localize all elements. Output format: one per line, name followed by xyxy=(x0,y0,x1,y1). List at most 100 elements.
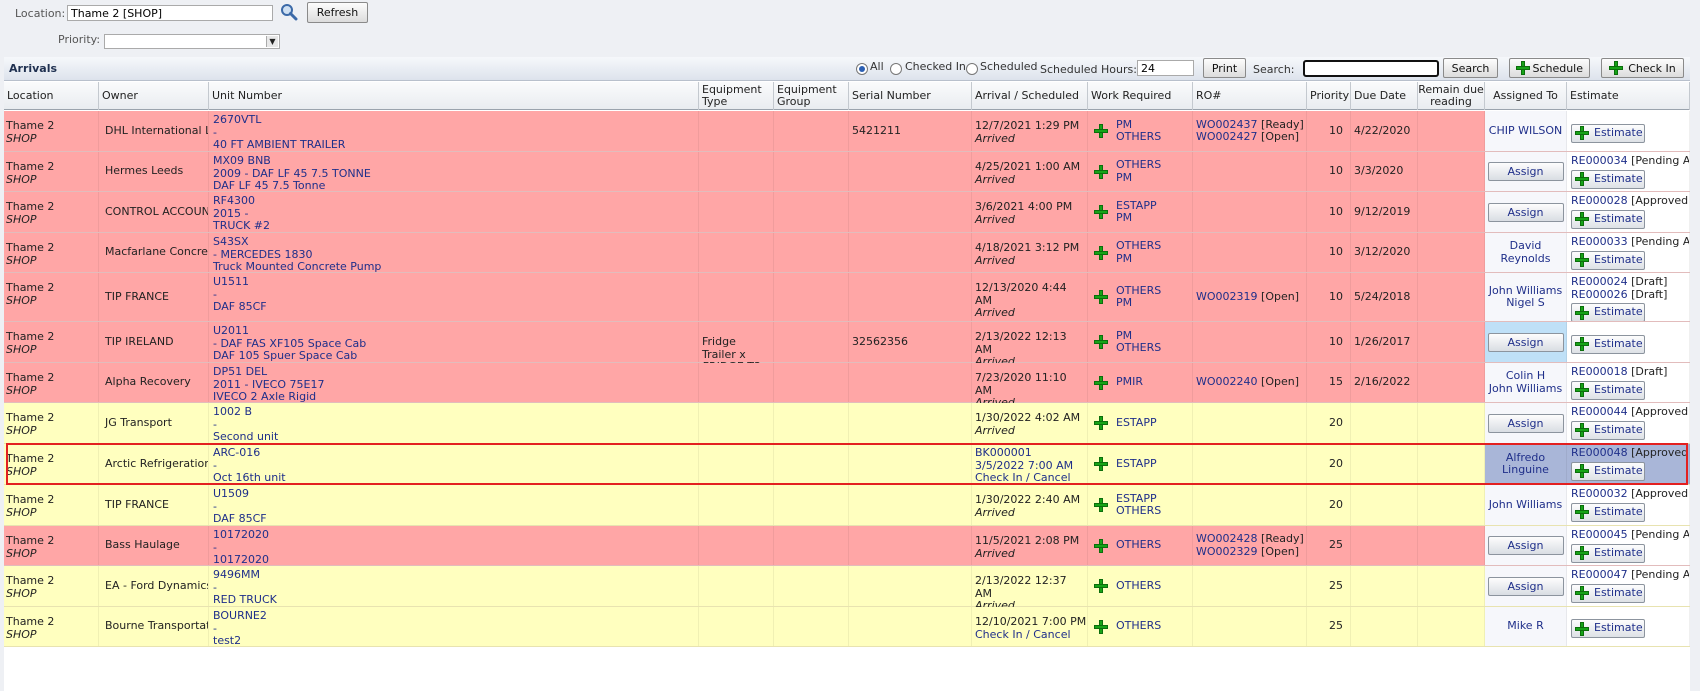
work-item-link[interactable]: OTHERS xyxy=(1116,539,1161,552)
unit-number-link[interactable]: U2011 xyxy=(213,324,698,338)
work-item-link[interactable]: ESTAPP xyxy=(1116,457,1157,471)
unit-number-link[interactable]: U1511 xyxy=(213,275,698,289)
estimate-link[interactable]: RE000033 xyxy=(1571,235,1628,248)
add-work-icon[interactable] xyxy=(1094,290,1108,304)
estimate-button[interactable]: Estimate xyxy=(1571,502,1645,522)
add-work-icon[interactable] xyxy=(1094,375,1108,390)
estimate-button[interactable]: Estimate xyxy=(1571,583,1645,603)
search-input[interactable] xyxy=(1303,60,1439,77)
work-item-link[interactable]: ESTAPP xyxy=(1116,416,1157,430)
assigned-technician[interactable]: David Reynolds xyxy=(1485,239,1566,265)
unit-description[interactable]: TRUCK #2 xyxy=(213,219,698,233)
add-work-icon[interactable] xyxy=(1094,164,1108,179)
chevron-down-icon[interactable]: ▼ xyxy=(266,36,278,47)
ro-link[interactable]: WO002329 xyxy=(1196,545,1258,558)
table-row[interactable]: Thame 2SHOP Macfarlane Concret... S43SX-… xyxy=(4,233,1690,273)
unit-description[interactable]: 10172020 xyxy=(213,553,698,567)
unit-number-link[interactable]: 10172020 xyxy=(213,528,698,542)
unit-description[interactable]: DAF LF 45 7.5 Tonne xyxy=(213,179,698,193)
estimate-button[interactable]: Estimate xyxy=(1571,169,1645,189)
col-estimate[interactable]: Estimate xyxy=(1567,82,1690,110)
assign-button[interactable]: Assign xyxy=(1487,202,1564,222)
table-row[interactable]: Thame 2 SHOP JG Transport 1002 B - Second u… xyxy=(4,403,1690,444)
estimate-link[interactable]: RE000047 xyxy=(1571,568,1628,581)
table-row[interactable]: Thame 2 SHOP Bass Haulage 10172020-101720… xyxy=(4,526,1690,566)
unit-year-model[interactable]: - xyxy=(213,418,698,432)
assigned-technician[interactable]: Mike R xyxy=(1507,620,1543,633)
assign-button[interactable]: Assign xyxy=(1487,332,1564,352)
add-work-icon[interactable] xyxy=(1094,245,1108,260)
unit-description[interactable]: test2 xyxy=(213,634,698,648)
col-arrival[interactable]: Arrival / Scheduled xyxy=(972,82,1088,110)
unit-year-model[interactable]: - xyxy=(213,541,698,555)
col-due-date[interactable]: Due Date xyxy=(1351,82,1418,110)
work-item-link[interactable]: PM xyxy=(1116,171,1161,185)
unit-description[interactable]: Second unit xyxy=(213,430,698,444)
ro-link[interactable]: WO002240 xyxy=(1196,375,1258,389)
search-button[interactable]: Search xyxy=(1443,58,1498,78)
estimate-link[interactable]: RE000034 xyxy=(1571,154,1628,167)
unit-number-link[interactable]: 9496MM xyxy=(213,568,698,582)
estimate-link[interactable]: RE000048 xyxy=(1571,446,1628,459)
check-in-cancel-links[interactable]: Check In / Cancel xyxy=(975,471,1087,485)
col-work-required[interactable]: Work Required xyxy=(1088,82,1193,110)
col-serial-number[interactable]: Serial Number xyxy=(849,82,972,110)
priority-select[interactable]: ▼ xyxy=(104,34,280,49)
assign-button[interactable]: Assign xyxy=(1487,162,1564,181)
unit-number-link[interactable]: MX09 BNB xyxy=(213,154,698,168)
table-row[interactable]: Thame 2 SHOP Arctic Refrigeration ARC-016… xyxy=(4,444,1690,485)
table-row[interactable]: Thame 2 SHOP TIP FRANCE U1511- DAF 85CF 12… xyxy=(4,273,1690,322)
add-work-icon[interactable] xyxy=(1094,457,1108,471)
booking-number-link[interactable]: BK000001 xyxy=(975,446,1087,460)
assigned-technician[interactable]: Alfredo Linguine xyxy=(1485,451,1566,477)
unit-description[interactable]: DAF 85CF xyxy=(213,512,698,526)
work-item-link[interactable]: PM xyxy=(1116,252,1161,266)
ro-link[interactable]: WO002437 xyxy=(1196,118,1258,131)
unit-year-model[interactable]: - xyxy=(213,288,698,302)
unit-number-link[interactable]: DP51 DEL xyxy=(213,365,698,379)
unit-year-model[interactable]: - xyxy=(213,581,698,595)
estimate-link[interactable]: RE000024 xyxy=(1571,275,1628,288)
work-item-link[interactable]: OTHERS xyxy=(1116,158,1161,172)
schedule-button[interactable]: Schedule xyxy=(1509,58,1590,78)
location-search-icon[interactable] xyxy=(280,3,298,21)
unit-year-model[interactable]: - xyxy=(213,500,698,514)
estimate-button[interactable]: Estimate xyxy=(1571,123,1645,143)
col-equipment-group[interactable]: Equipment Group xyxy=(774,82,849,110)
estimate-button[interactable]: Estimate xyxy=(1571,380,1645,400)
estimate-link[interactable]: RE000026 xyxy=(1571,288,1628,301)
table-row[interactable]: Thame 2 SHOP CONTROL ACCOUN... RF4300 2015… xyxy=(4,192,1690,233)
table-row[interactable]: Thame 2 SHOP EA - Ford Dynamics 9496MM - RE… xyxy=(4,566,1690,612)
unit-number-link[interactable]: U1509 xyxy=(213,487,698,501)
filter-all-radio[interactable] xyxy=(856,63,868,75)
work-item-link[interactable]: PM xyxy=(1116,211,1157,225)
unit-number-link[interactable]: BOURNE2 xyxy=(213,609,698,623)
scheduled-hours-input[interactable] xyxy=(1137,60,1194,76)
unit-number-link[interactable]: ARC-016 xyxy=(213,446,698,460)
col-remain-due[interactable]: Remain due reading xyxy=(1418,82,1485,110)
unit-description[interactable]: DAF 85CF xyxy=(213,300,698,314)
add-work-icon[interactable] xyxy=(1094,124,1108,138)
work-item-link[interactable]: OTHERS xyxy=(1116,130,1161,144)
unit-year-model[interactable]: - xyxy=(213,622,698,636)
print-button[interactable]: Print xyxy=(1203,58,1246,78)
unit-number-link[interactable]: RF4300 xyxy=(213,194,698,208)
estimate-button[interactable]: Estimate xyxy=(1571,619,1645,638)
estimate-button[interactable]: Estimate xyxy=(1571,334,1645,354)
assigned-technician[interactable]: Nigel S xyxy=(1489,296,1562,310)
col-unit-number[interactable]: Unit Number xyxy=(209,82,699,110)
assign-button[interactable]: Assign xyxy=(1487,413,1564,433)
add-work-icon[interactable] xyxy=(1094,416,1108,430)
add-work-icon[interactable] xyxy=(1094,205,1108,219)
estimate-link[interactable]: RE000018 xyxy=(1571,365,1628,378)
table-row[interactable]: Thame 2 SHOP Hermes Leeds MX09 BNB 2009 - … xyxy=(4,152,1690,192)
add-work-icon[interactable] xyxy=(1094,619,1108,634)
work-item-link[interactable]: OTHERS xyxy=(1116,620,1161,633)
estimate-button[interactable]: Estimate xyxy=(1571,209,1645,229)
col-assigned-to[interactable]: Assigned To xyxy=(1485,82,1567,110)
table-row[interactable]: Thame 2SHOP DHL International L... 2670V… xyxy=(4,111,1690,152)
work-item-link[interactable]: PM xyxy=(1116,296,1161,310)
assigned-technician[interactable]: John Williams xyxy=(1489,382,1562,396)
assign-button[interactable]: Assign xyxy=(1487,536,1564,555)
assign-button[interactable]: Assign xyxy=(1487,576,1564,596)
